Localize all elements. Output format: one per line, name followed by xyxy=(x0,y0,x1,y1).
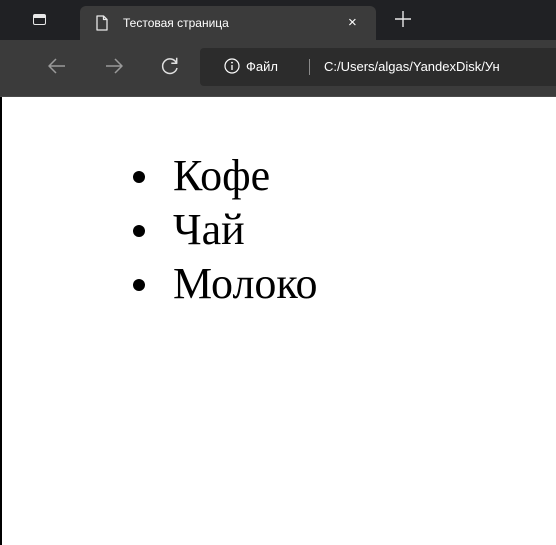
bullet-icon xyxy=(133,225,145,237)
page-icon xyxy=(96,15,108,31)
list-item: Молоко xyxy=(133,257,318,311)
refresh-icon[interactable] xyxy=(158,54,182,78)
list-item: Чай xyxy=(133,203,318,257)
bullet-icon xyxy=(133,171,145,183)
plus-icon[interactable] xyxy=(391,7,415,31)
browser-window: Тестовая страница × Файл C:/Users/algas/ xyxy=(0,0,556,545)
page-content: Кофе Чай Молоко xyxy=(0,97,556,545)
list-item-text: Кофе xyxy=(173,151,271,200)
arrow-right-icon[interactable] xyxy=(102,54,126,78)
list-item-text: Молоко xyxy=(173,259,318,308)
info-icon[interactable] xyxy=(224,58,240,74)
list-item-text: Чай xyxy=(173,205,245,254)
toolbar: Файл C:/Users/algas/YandexDisk/Ун xyxy=(0,40,556,97)
arrow-left-icon[interactable] xyxy=(45,54,69,78)
tab-strip: Тестовая страница × xyxy=(0,0,556,40)
address-separator xyxy=(309,59,310,75)
close-icon[interactable]: × xyxy=(348,6,357,40)
address-bar[interactable]: Файл C:/Users/algas/YandexDisk/Ун xyxy=(200,48,556,86)
url-text[interactable]: C:/Users/algas/YandexDisk/Ун xyxy=(324,48,500,86)
tab-actions-icon[interactable] xyxy=(31,11,48,28)
bullet-list: Кофе Чай Молоко xyxy=(133,149,318,311)
bullet-icon xyxy=(133,279,145,291)
file-label: Файл xyxy=(246,59,278,74)
tab-title: Тестовая страница xyxy=(123,16,229,30)
list-item: Кофе xyxy=(133,149,318,203)
tab-active[interactable]: Тестовая страница × xyxy=(80,6,376,40)
